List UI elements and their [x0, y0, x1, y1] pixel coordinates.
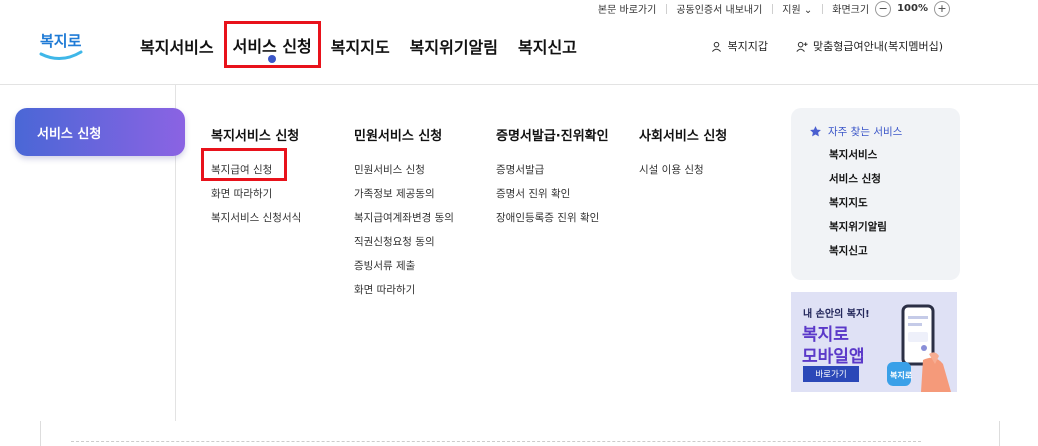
favorites-title: 자주 찾는 서비스 — [809, 124, 960, 139]
menu-item[interactable]: 시설 이용 신청 — [639, 158, 727, 182]
menu-item[interactable]: 가족정보 제공동의 — [354, 182, 454, 206]
menu-column-title[interactable]: 복지서비스 신청 — [211, 125, 301, 144]
zoom-in-button[interactable]: + — [934, 0, 950, 17]
nav-service-apply-label: 서비스 신청 — [232, 36, 312, 56]
menu-column-social-service: 사회서비스 신청 시설 이용 신청 — [639, 125, 727, 182]
menu-item[interactable]: 증빙서류 제출 — [354, 254, 454, 278]
content-divider — [71, 441, 921, 442]
person-icon — [712, 41, 722, 52]
menu-item[interactable]: 민원서비스 신청 — [354, 158, 454, 182]
wallet-link[interactable]: 복지지갑 — [711, 38, 768, 54]
cert-export-link[interactable]: 공동인증서 내보내기 — [666, 1, 772, 16]
nav-service-apply[interactable]: 서비스 신청 — [223, 21, 321, 68]
menu-column-title[interactable]: 사회서비스 신청 — [639, 125, 727, 144]
favorites-title-label: 자주 찾는 서비스 — [828, 126, 903, 138]
mega-side-active-tab[interactable]: 서비스 신청 — [15, 108, 185, 156]
banner-title-line2: 모바일앱 — [802, 347, 865, 367]
nav-crisis-alert[interactable]: 복지위기알림 — [400, 24, 508, 68]
zoom-label: 화면크기 — [832, 5, 870, 16]
menu-item[interactable]: 복지급여계좌변경 동의 — [354, 206, 454, 230]
nav-welfare-map[interactable]: 복지지도 — [321, 24, 400, 68]
person-plus-icon — [796, 41, 808, 52]
favorite-item[interactable]: 복지지도 — [809, 191, 960, 215]
membership-label: 맞춤형급여안내(복지멤버십) — [812, 40, 943, 53]
mobile-app-banner[interactable]: 내 손안의 복지! 복지로 모바일앱 바로가기 복지로 — [791, 292, 957, 392]
page-content-below — [40, 421, 1000, 446]
banner-tagline: 내 손안의 복지! — [803, 309, 870, 320]
menu-item[interactable]: 장애인등록증 진위 확인 — [496, 206, 609, 230]
site-logo[interactable]: 복지로 — [38, 24, 84, 64]
nav-welfare-report[interactable]: 복지신고 — [508, 24, 587, 68]
star-icon — [810, 126, 821, 137]
menu-column-title[interactable]: 증명서발급·진위확인 — [496, 125, 609, 144]
phone-hand-illustration: 복지로 — [887, 304, 951, 392]
support-menu[interactable]: 지원 ⌄ — [772, 1, 822, 16]
highlight-box — [201, 148, 287, 181]
wallet-label: 복지지갑 — [727, 40, 768, 53]
menu-item[interactable]: 증명서 진위 확인 — [496, 182, 609, 206]
menu-column-title[interactable]: 민원서비스 신청 — [354, 125, 454, 144]
menu-column-certificate: 증명서발급·진위확인 증명서발급 증명서 진위 확인 장애인등록증 진위 확인 — [496, 125, 609, 230]
menu-item-apply-forms[interactable]: 복지서비스 신청서식 — [211, 206, 301, 230]
support-label: 지원 — [782, 5, 801, 16]
utility-bar: 본문 바로가기 공동인증서 내보내기 지원 ⌄ 화면크기 − 100% + — [588, 0, 1038, 17]
logo-text: 복지로 — [40, 32, 82, 50]
favorite-item[interactable]: 복지신고 — [809, 239, 960, 263]
favorite-item[interactable]: 복지서비스 — [809, 143, 960, 167]
main-nav: 복지서비스 서비스 신청 복지지도 복지위기알림 복지신고 — [130, 21, 587, 68]
menu-item[interactable]: 직권신청요청 동의 — [354, 230, 454, 254]
active-indicator-dot — [268, 55, 277, 63]
banner-go-button[interactable]: 바로가기 — [803, 366, 859, 382]
zoom-control: 화면크기 − 100% + — [822, 0, 1038, 17]
menu-item-screen-guide[interactable]: 화면 따라하기 — [211, 182, 301, 206]
zoom-value: 100% — [897, 3, 928, 14]
zoom-out-button[interactable]: − — [875, 0, 892, 17]
nav-welfare-service[interactable]: 복지서비스 — [130, 24, 224, 68]
menu-item[interactable]: 화면 따라하기 — [354, 278, 454, 302]
menu-item[interactable]: 증명서발급 — [496, 158, 609, 182]
menu-column-civil-apply: 민원서비스 신청 민원서비스 신청 가족정보 제공동의 복지급여계좌변경 동의 … — [354, 125, 454, 302]
membership-link[interactable]: 맞춤형급여안내(복지멤버십) — [796, 38, 943, 54]
app-icon-text: 복지로 — [890, 370, 913, 380]
favorite-item[interactable]: 서비스 신청 — [809, 167, 960, 191]
favorite-item[interactable]: 복지위기알림 — [809, 215, 960, 239]
chevron-down-icon: ⌄ — [803, 5, 813, 16]
skip-to-content-link[interactable]: 본문 바로가기 — [588, 1, 666, 16]
favorites-panel: 자주 찾는 서비스 복지서비스 서비스 신청 복지지도 복지위기알림 복지신고 — [791, 108, 960, 280]
header-right-links: 복지지갑 맞춤형급여안내(복지멤버십) — [711, 38, 943, 54]
logo-mark-icon: 복지로 — [39, 32, 83, 60]
